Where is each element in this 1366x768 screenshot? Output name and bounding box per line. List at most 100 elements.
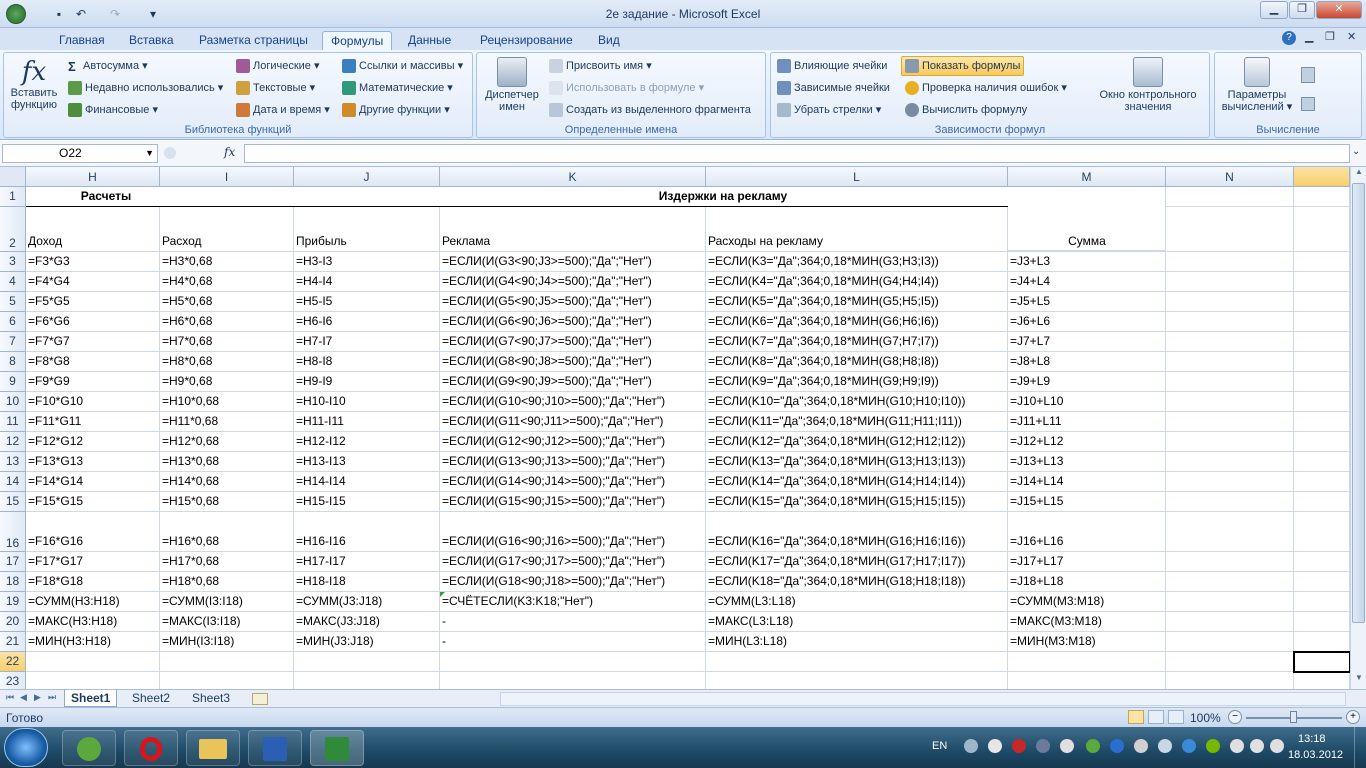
more-functions-button[interactable]: Другие функции ▾: [342, 103, 450, 118]
cell-l13[interactable]: =ЕСЛИ(K13="Да";364;0,18*МИН(G13;H13;I13)…: [706, 452, 1008, 472]
sheet-nav-first[interactable]: ⏮: [6, 692, 14, 703]
spreadsheet-grid[interactable]: HIJKLMN 1 2 3 4 5 6 7 8 9 10 11 12 13 14 15 16 17 18 19 20 2…: [0, 167, 1350, 689]
cell-i7[interactable]: =H7*0,68: [160, 332, 294, 352]
cell-m14[interactable]: =J14+L14: [1008, 472, 1166, 492]
maximize-button[interactable]: ❐: [1289, 1, 1315, 19]
cell-k19[interactable]: =СЧЁТЕСЛИ(K3:K18;"Нет"): [440, 592, 706, 612]
vertical-scrollbar[interactable]: ▲ ▼: [1350, 167, 1366, 689]
tab-insert[interactable]: Вставка: [121, 31, 182, 50]
cell-m19[interactable]: =СУММ(M3:M18): [1008, 592, 1166, 612]
cell-m10[interactable]: =J10+L10: [1008, 392, 1166, 412]
remove-arrows-button[interactable]: Убрать стрелки ▾: [777, 103, 881, 118]
cell-l7[interactable]: =ЕСЛИ(K7="Да";364;0,18*МИН(G7;H7;I7)): [706, 332, 1008, 352]
row-header-13[interactable]: 13: [0, 452, 26, 472]
cell-h3[interactable]: =F3*G3: [26, 252, 160, 272]
insert-function-button[interactable]: fx Вставить функцию: [6, 57, 62, 111]
insert-sheet-icon[interactable]: [252, 693, 268, 705]
row-header-21[interactable]: 21: [0, 632, 26, 652]
cell-h19[interactable]: =СУММ(H3:H18): [26, 592, 160, 612]
cell-i10[interactable]: =H10*0,68: [160, 392, 294, 412]
tab-home[interactable]: Главная: [51, 31, 113, 50]
cell-m11[interactable]: =J11+L11: [1008, 412, 1166, 432]
workbook-close-icon[interactable]: ✕: [1347, 30, 1356, 43]
column-header-o[interactable]: [1294, 167, 1350, 187]
cell-l4[interactable]: =ЕСЛИ(K4="Да";364;0,18*МИН(G4;H4;I4)): [706, 272, 1008, 292]
cell-k20[interactable]: -: [440, 612, 706, 632]
sheet-tab-sheet1[interactable]: Sheet1: [64, 690, 118, 707]
workbook-restore-icon[interactable]: ❐: [1325, 30, 1335, 43]
cell-j8[interactable]: =H8-I8: [294, 352, 440, 372]
cell-h1[interactable]: Расчеты: [26, 187, 186, 207]
cell-j11[interactable]: =H11-I11: [294, 412, 440, 432]
tab-data[interactable]: Данные: [400, 31, 459, 50]
row-header-3[interactable]: 3: [0, 252, 26, 272]
trace-dependents-button[interactable]: Зависимые ячейки: [777, 81, 890, 95]
cell-k11[interactable]: =ЕСЛИ(И(G11<90;J11>=500);"Да";"Нет"): [440, 412, 706, 432]
datetime-button[interactable]: Дата и время ▾: [236, 103, 330, 118]
column-header-n[interactable]: N: [1166, 167, 1294, 187]
sheet-nav-prev[interactable]: ◀: [20, 692, 27, 703]
tray-network-icon[interactable]: [964, 739, 978, 753]
fx-button[interactable]: fx: [224, 145, 235, 159]
merged-header-kl1[interactable]: Издержки на рекламу: [440, 187, 1006, 207]
sheet-nav-next[interactable]: ▶: [34, 692, 41, 703]
cell-l3[interactable]: =ЕСЛИ(K3="Да";364;0,18*МИН(G3;H3;I3)): [706, 252, 1008, 272]
cell-l16[interactable]: =ЕСЛИ(K16="Да";364;0,18*МИН(G16;H16;I16)…: [706, 532, 1008, 552]
row-header-9[interactable]: 9: [0, 372, 26, 392]
cell-m17[interactable]: =J17+L17: [1008, 552, 1166, 572]
column-header-k[interactable]: K: [440, 167, 706, 187]
cell-i2[interactable]: Расход: [160, 232, 294, 252]
cell-h4[interactable]: =F4*G4: [26, 272, 160, 292]
calculate-now-icon[interactable]: [1301, 67, 1315, 83]
scroll-up-arrow[interactable]: ▲: [1352, 167, 1366, 181]
cell-l10[interactable]: =ЕСЛИ(K10="Да";364;0,18*МИН(G10;H10;I10)…: [706, 392, 1008, 412]
cell-j19[interactable]: =СУММ(J3:J18): [294, 592, 440, 612]
tray-monitor-icon[interactable]: [1158, 739, 1172, 753]
cell-i15[interactable]: =H15*0,68: [160, 492, 294, 512]
column-header-l[interactable]: L: [706, 167, 1008, 187]
tray-record-icon[interactable]: [1182, 739, 1196, 753]
cell-m7[interactable]: =J7+L7: [1008, 332, 1166, 352]
cell-h16[interactable]: =F16*G16: [26, 532, 160, 552]
logical-button[interactable]: Логические ▾: [236, 59, 320, 74]
cell-m8[interactable]: =J8+L8: [1008, 352, 1166, 372]
zoom-out-button[interactable]: −: [1228, 710, 1242, 724]
cell-h10[interactable]: =F10*G10: [26, 392, 160, 412]
tab-formulas[interactable]: Формулы: [322, 31, 393, 50]
cell-j6[interactable]: =H6-I6: [294, 312, 440, 332]
cell-k5[interactable]: =ЕСЛИ(И(G5<90;J5>=500);"Да";"Нет"): [440, 292, 706, 312]
page-break-view-button[interactable]: [1168, 710, 1184, 724]
row-header-1[interactable]: 1: [0, 187, 26, 207]
cell-m2[interactable]: Сумма: [1008, 232, 1166, 252]
page-layout-view-button[interactable]: [1148, 710, 1164, 724]
cell-k6[interactable]: =ЕСЛИ(И(G6<90;J6>=500);"Да";"Нет"): [440, 312, 706, 332]
row-header-23[interactable]: 23: [0, 672, 26, 689]
row-header-12[interactable]: 12: [0, 432, 26, 452]
cell-i3[interactable]: =H3*0,68: [160, 252, 294, 272]
cell-m15[interactable]: =J15+L15: [1008, 492, 1166, 512]
cell-i4[interactable]: =H4*0,68: [160, 272, 294, 292]
cell-k12[interactable]: =ЕСЛИ(И(G12<90;J12>=500);"Да";"Нет"): [440, 432, 706, 452]
row-header-20[interactable]: 20: [0, 612, 26, 632]
row-header-19[interactable]: 19: [0, 592, 26, 612]
workbook-minimize-icon[interactable]: ▁: [1305, 30, 1313, 43]
lookup-button[interactable]: Ссылки и массивы ▾: [342, 59, 463, 74]
cell-j17[interactable]: =H17-I17: [294, 552, 440, 572]
cell-j7[interactable]: =H7-I7: [294, 332, 440, 352]
tray-skull-icon[interactable]: [988, 739, 1002, 753]
scroll-down-arrow[interactable]: ▼: [1352, 673, 1366, 687]
scroll-thumb[interactable]: [1352, 183, 1365, 623]
close-button[interactable]: ✕: [1316, 1, 1362, 19]
cell-k21[interactable]: -: [440, 632, 706, 652]
cell-j16[interactable]: =H16-I16: [294, 532, 440, 552]
explorer-taskbar-icon[interactable]: [186, 730, 240, 766]
cell-m6[interactable]: =J6+L6: [1008, 312, 1166, 332]
cell-k18[interactable]: =ЕСЛИ(И(G18<90;J18>=500);"Да";"Нет"): [440, 572, 706, 592]
tray-antivirus-icon[interactable]: [1134, 739, 1148, 753]
cell-k9[interactable]: =ЕСЛИ(И(G9<90;J9>=500);"Да";"Нет"): [440, 372, 706, 392]
tab-page-layout[interactable]: Разметка страницы: [191, 31, 316, 50]
cell-j10[interactable]: =H10-I10: [294, 392, 440, 412]
cell-h9[interactable]: =F9*G9: [26, 372, 160, 392]
row-header-22[interactable]: 22: [0, 652, 26, 672]
horizontal-scrollbar[interactable]: [500, 692, 1346, 706]
